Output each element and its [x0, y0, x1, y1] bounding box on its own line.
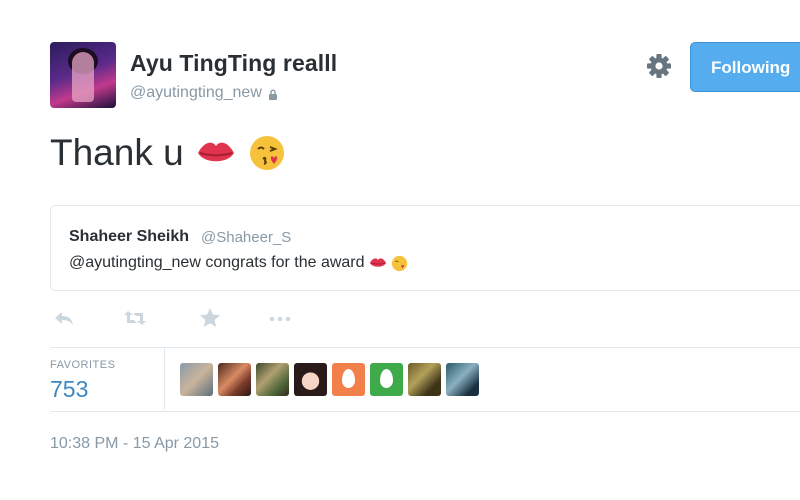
- favorites-label: FAVORITES: [50, 359, 116, 371]
- favoriter-avatar[interactable]: [446, 363, 479, 396]
- favoriter-avatar[interactable]: [180, 363, 213, 396]
- default-egg-avatar[interactable]: [332, 363, 365, 396]
- favoriter-avatar[interactable]: [408, 363, 441, 396]
- profile-avatar[interactable]: [50, 42, 116, 108]
- favoriter-avatar[interactable]: [256, 363, 289, 396]
- display-name[interactable]: Ayu TingTing realll: [130, 50, 337, 77]
- divider: [50, 411, 800, 412]
- default-egg-avatar[interactable]: [370, 363, 403, 396]
- favorites-count[interactable]: 753: [50, 376, 88, 403]
- reply-icon[interactable]: [52, 306, 76, 330]
- quoted-tweet-card[interactable]: Shaheer Sheikh @Shaheer_S @ayutingting_n…: [50, 205, 800, 291]
- favoriter-avatar[interactable]: [218, 363, 251, 396]
- face-blowing-kiss-icon: [391, 255, 407, 271]
- retweet-icon[interactable]: [122, 306, 148, 330]
- stats-divider: [164, 348, 165, 410]
- quoted-tweet-text: @ayutingting_new congrats for the award: [69, 254, 365, 271]
- quoted-tweet-text-row: @ayutingting_new congrats for the award: [69, 254, 408, 272]
- user-handle: @ayutingting_new: [130, 84, 262, 101]
- kiss-mark-icon: [197, 142, 234, 162]
- quoted-tweet-name[interactable]: Shaheer Sheikh: [69, 228, 189, 246]
- face-blowing-kiss-icon: [249, 136, 284, 170]
- tweet-timestamp[interactable]: 10:38 PM - 15 Apr 2015: [50, 435, 219, 453]
- tweet-text-row: Thank u: [50, 132, 286, 174]
- quoted-tweet-handle[interactable]: @Shaheer_S: [201, 229, 291, 246]
- more-dots-icon[interactable]: [266, 306, 294, 330]
- kiss-mark-icon: [369, 258, 386, 267]
- divider: [50, 347, 800, 348]
- lock-icon: [268, 89, 277, 100]
- favoriter-avatar[interactable]: [294, 363, 327, 396]
- favorite-star-icon[interactable]: [198, 306, 222, 330]
- user-handle-row[interactable]: @ayutingting_new: [130, 84, 278, 102]
- following-button[interactable]: Following: [690, 42, 800, 92]
- tweet-text: Thank u: [50, 132, 184, 173]
- favoriter-avatars: [180, 363, 479, 396]
- gear-icon[interactable]: [644, 51, 674, 81]
